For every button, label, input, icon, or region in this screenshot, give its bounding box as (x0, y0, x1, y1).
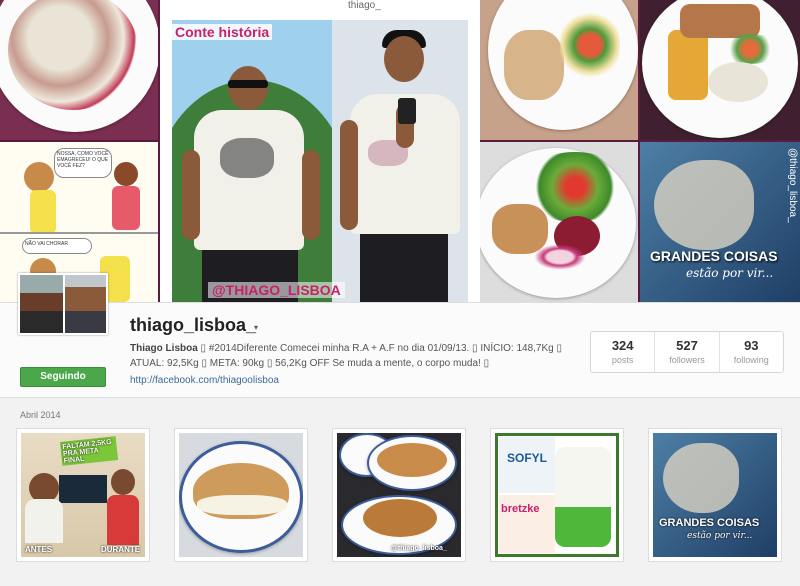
thumb1-durante: DURANTE (101, 545, 141, 554)
grid-photo-5[interactable]: GRANDES COISAS estão por vir... (648, 428, 782, 562)
bio-link[interactable]: http://facebook.com/thiagoolisboa (130, 375, 279, 386)
grid-photo-2[interactable] (174, 428, 308, 562)
avatar[interactable] (18, 273, 108, 335)
profile-bar: Seguindo thiago_lisboa_ ▾ Thiago Lisboa … (0, 273, 800, 398)
stat-posts[interactable]: 324 posts (591, 332, 656, 372)
featured-title: Conte história (172, 24, 273, 40)
thumb4-brand2: bretzke (501, 503, 540, 515)
chevron-down-icon[interactable]: ▾ (254, 323, 258, 332)
collage-photo-plate[interactable] (480, 142, 638, 302)
stat-followers[interactable]: 527 followers (655, 332, 720, 372)
collage-featured-photo[interactable]: thiago_ Conte história @THIAGO_LISBOA (160, 0, 480, 302)
collage-photo-fries[interactable] (640, 0, 800, 140)
collage-photo-salad[interactable] (0, 0, 158, 140)
stat-followers-number: 527 (676, 338, 698, 353)
top-username: thiago_ (348, 0, 381, 11)
comic-speech-bubble: NOSSA, COMO VOCÊ EMAGRECEU! O QUE VOCÊ F… (54, 148, 112, 178)
stat-following-number: 93 (744, 338, 759, 353)
stat-followers-label: followers (669, 355, 705, 365)
following-button[interactable]: Seguindo (20, 367, 106, 387)
stat-posts-number: 324 (611, 338, 634, 353)
stat-following-label: following (733, 355, 769, 365)
instagram-profile-page: NOSSA, COMO VOCÊ EMAGRECEU! O QUE VOCÊ F… (0, 0, 800, 586)
profile-bio: Thiago Lisboa ▯ #2014Diferente Comecei m… (130, 341, 570, 371)
thumb3-handle: @thiago_lisboa_ (391, 545, 447, 552)
grid-photo-1[interactable]: FALTAM 2,5KG PRA META FINAL ANTES DURANT… (16, 428, 150, 562)
lion-handle: @thiago_lisboa_ (787, 148, 798, 223)
stat-following[interactable]: 93 following (720, 332, 783, 372)
lion-title: GRANDES COISAS (650, 248, 778, 264)
featured-watermark: @THIAGO_LISBOA (208, 282, 345, 298)
date-section-label: Abril 2014 (20, 410, 61, 420)
thumb1-antes: ANTES (25, 545, 53, 554)
header-collage: NOSSA, COMO VOCÊ EMAGRECEU! O QUE VOCÊ F… (0, 0, 800, 302)
grid-photo-4[interactable]: SOFYL bretzke (490, 428, 624, 562)
collage-photo-chicken[interactable] (480, 0, 638, 140)
grid-photo-3[interactable]: @thiago_lisboa_ (332, 428, 466, 562)
thumb1-caption: FALTAM 2,5KG PRA META FINAL (62, 438, 113, 465)
profile-username: thiago_lisboa_ (130, 315, 257, 335)
stat-posts-label: posts (611, 355, 634, 365)
thumb5-title: GRANDES COISAS (659, 517, 760, 529)
lion-subtitle: estão por vir... (686, 266, 774, 280)
collage-photo-lion[interactable]: @thiago_lisboa_ GRANDES COISAS estão por… (640, 142, 800, 302)
bio-name: Thiago Lisboa (130, 343, 198, 354)
thumb5-subtitle: estão por vir... (687, 531, 753, 541)
profile-stats: 324 posts 527 followers 93 following (590, 331, 784, 373)
thumb4-brand: SOFYL (507, 451, 548, 465)
comic-speech-bubble-2: NÃO VAI CHORAR (22, 238, 92, 254)
